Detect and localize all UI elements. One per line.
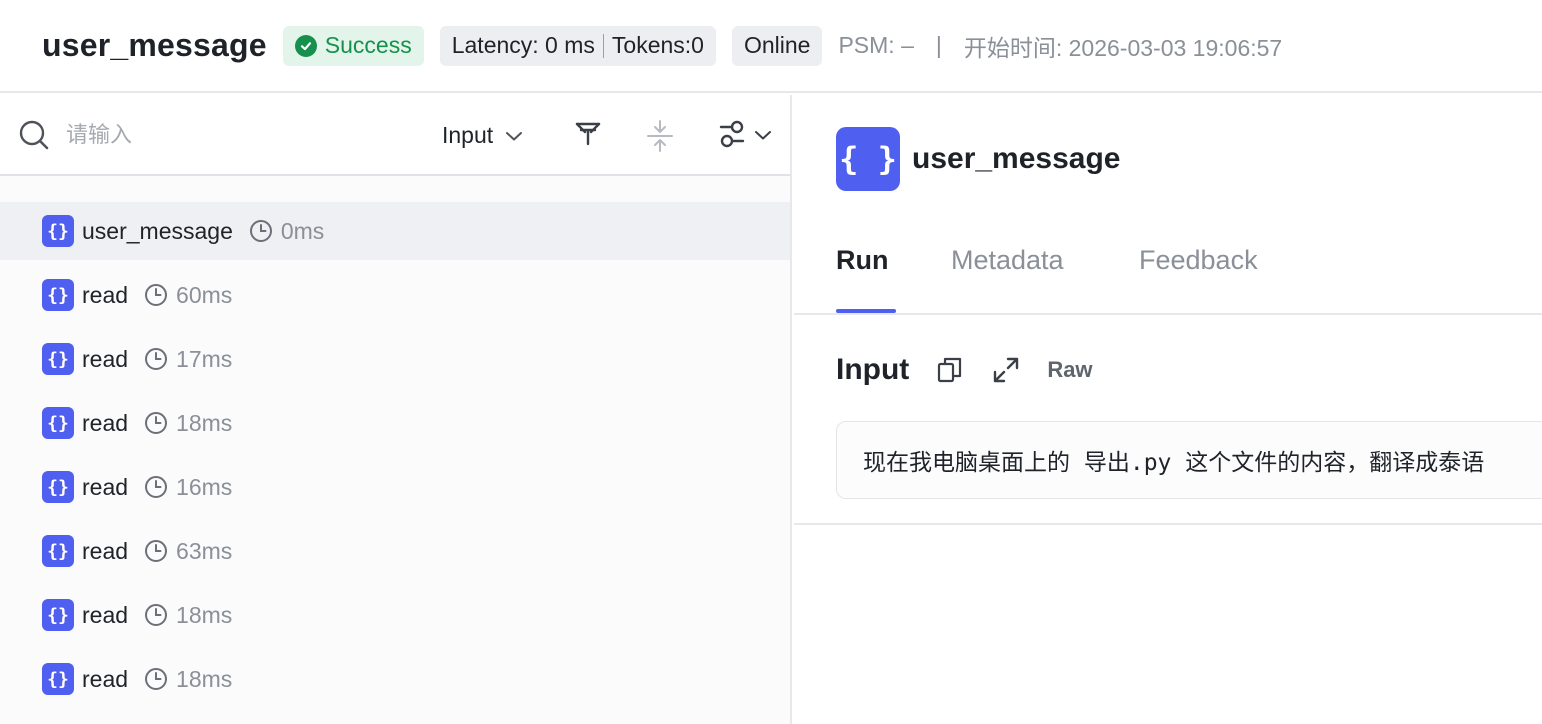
- object-icon: {}: [42, 535, 74, 567]
- object-icon: { }: [836, 127, 900, 191]
- collapse-icon[interactable]: [646, 119, 674, 153]
- latency-label: Latency: 0 ms: [451, 32, 595, 58]
- node-name: read: [82, 601, 129, 628]
- detail-tabs: Run Metadata Feedback: [794, 225, 1542, 315]
- badge-divider: [602, 33, 604, 58]
- node-duration: 17ms: [176, 345, 233, 372]
- object-icon: {}: [42, 663, 74, 695]
- header-meta: PSM: – | 开始时间: 2026-03-03 19:06:57: [838, 29, 1282, 63]
- detail-header: { } user_message: [836, 127, 1120, 191]
- tree-node[interactable]: {} read 18ms: [0, 650, 790, 708]
- tree-node[interactable]: {} read 16ms: [0, 458, 790, 516]
- tree-node[interactable]: {} read 17ms: [0, 330, 790, 388]
- raw-toggle[interactable]: Raw: [1047, 357, 1092, 383]
- section-title: Input: [836, 353, 910, 386]
- page-title: user_message: [42, 27, 267, 63]
- clock-icon: [145, 604, 168, 626]
- section-divider: [794, 523, 1542, 525]
- object-icon: {}: [42, 279, 74, 311]
- tab-run[interactable]: Run: [836, 245, 888, 276]
- node-name: read: [82, 473, 129, 500]
- trace-tree-panel: Input {} user_message 0ms: [0, 95, 792, 724]
- meta-separator: |: [935, 32, 942, 58]
- clock-icon: [249, 220, 272, 242]
- settings-toggle-icon[interactable]: [718, 119, 746, 149]
- copy-icon[interactable]: [935, 355, 965, 385]
- node-duration: 63ms: [176, 537, 233, 564]
- object-icon: {}: [42, 471, 74, 503]
- tab-metadata[interactable]: Metadata: [951, 245, 1064, 276]
- node-name: read: [82, 345, 129, 372]
- search-icon: [19, 120, 49, 149]
- tree-toolbar: Input: [0, 95, 790, 176]
- node-name: read: [82, 665, 129, 692]
- node-duration: 18ms: [176, 665, 233, 692]
- node-duration: 16ms: [176, 473, 233, 500]
- object-icon: {}: [42, 343, 74, 375]
- node-duration: 0ms: [280, 217, 325, 244]
- tree-node[interactable]: {} read 18ms: [0, 586, 790, 644]
- clock-icon: [145, 412, 168, 434]
- node-name: read: [82, 281, 129, 308]
- node-duration: 18ms: [176, 601, 233, 628]
- node-duration: 18ms: [176, 409, 233, 436]
- input-section-header: Input Raw: [836, 353, 1093, 387]
- clock-icon: [145, 476, 168, 498]
- env-badge: Online: [731, 25, 823, 66]
- field-dropdown-label: Input: [442, 122, 494, 148]
- chevron-down-icon[interactable]: [754, 129, 772, 141]
- node-name: read: [82, 409, 129, 436]
- span-tree: {} user_message 0ms {} read 60ms {} read…: [0, 176, 790, 708]
- active-tab-indicator: [836, 309, 896, 313]
- input-value: 现在我电脑桌面上的 导出.py 这个文件的内容，翻译成泰语: [863, 450, 1485, 476]
- tree-node[interactable]: {} user_message 0ms: [0, 202, 790, 260]
- header: user_message Success Latency: 0 ms Token…: [0, 0, 1542, 93]
- clock-icon: [145, 284, 168, 306]
- expand-icon[interactable]: [991, 355, 1021, 385]
- tree-node[interactable]: {} read 60ms: [0, 266, 790, 324]
- check-circle-icon: [294, 34, 317, 57]
- status-label: Success: [324, 32, 412, 58]
- clock-icon: [145, 668, 168, 690]
- env-label: Online: [743, 32, 811, 58]
- field-dropdown[interactable]: Input: [442, 95, 523, 176]
- tree-node[interactable]: {} read 63ms: [0, 522, 790, 580]
- node-duration: 60ms: [176, 281, 233, 308]
- clock-icon: [145, 540, 168, 562]
- search-input[interactable]: [66, 121, 406, 148]
- input-value-box: 现在我电脑桌面上的 导出.py 这个文件的内容，翻译成泰语: [836, 421, 1542, 499]
- filter-icon[interactable]: [574, 119, 602, 147]
- node-name: read: [82, 537, 129, 564]
- span-detail-panel: { } user_message Run Metadata Feedback I…: [794, 95, 1542, 724]
- object-icon: {}: [42, 407, 74, 439]
- start-time-label: 开始时间: 2026-03-03 19:06:57: [963, 34, 1283, 61]
- tab-feedback[interactable]: Feedback: [1139, 245, 1258, 276]
- object-icon: {}: [42, 215, 74, 247]
- latency-tokens-badge: Latency: 0 ms Tokens:0: [439, 25, 716, 66]
- node-name: user_message: [82, 217, 233, 244]
- chevron-down-icon: [506, 131, 523, 140]
- tree-node[interactable]: {} read 18ms: [0, 394, 790, 452]
- tokens-label: Tokens:0: [611, 32, 704, 58]
- clock-icon: [145, 348, 168, 370]
- object-icon: {}: [42, 599, 74, 631]
- psm-label: PSM: –: [838, 32, 914, 58]
- status-badge: Success: [282, 25, 424, 66]
- detail-title: user_message: [912, 142, 1121, 175]
